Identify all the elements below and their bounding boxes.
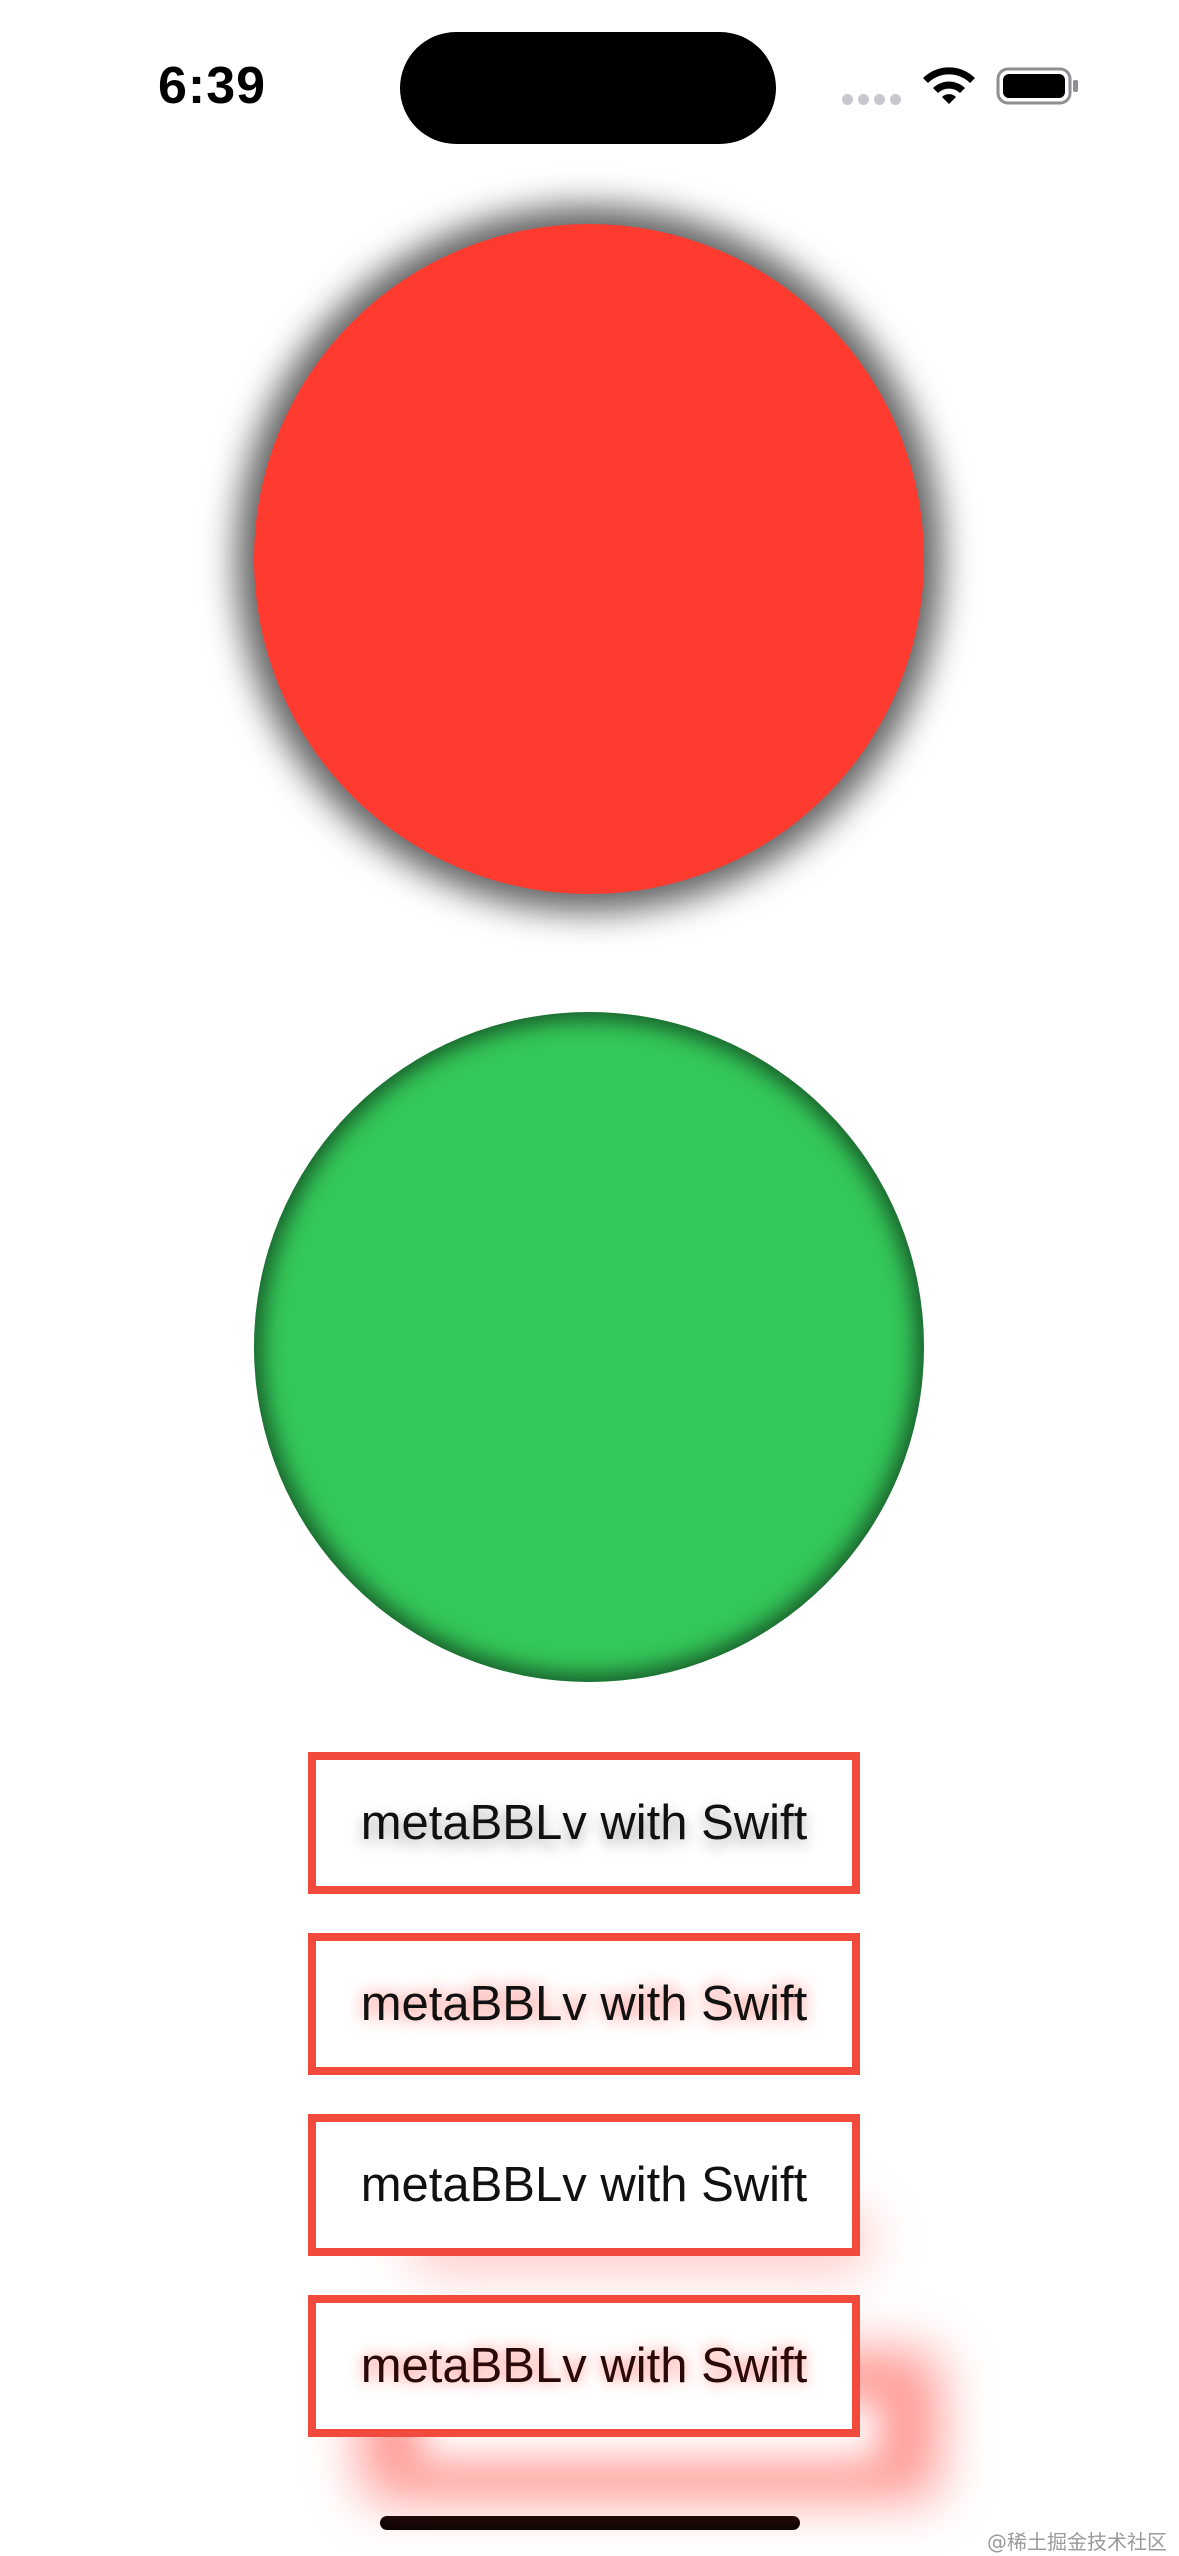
battery-icon: [996, 67, 1078, 105]
label-box: metaBBLv with Swift: [308, 2295, 860, 2437]
label-text: metaBBLv with Swift: [360, 2158, 808, 2212]
label-text: metaBBLv with Swift: [360, 1977, 808, 2031]
cellular-dots-icon: [842, 94, 902, 106]
red-circle: [254, 224, 924, 894]
status-time: 6:39: [158, 57, 267, 115]
label-box: metaBBLv with Swift: [308, 2114, 860, 2256]
label-box: metaBBLv with Swift: [308, 1933, 860, 2075]
green-circle: [254, 1012, 924, 1682]
watermark: @稀土掘金技术社区: [987, 2530, 1167, 2554]
wifi-icon: [923, 67, 975, 104]
home-indicator[interactable]: [380, 2516, 800, 2530]
label-text: metaBBLv with Swift: [360, 2339, 808, 2393]
label-text: metaBBLv with Swift: [360, 1796, 808, 1850]
dynamic-island: [400, 32, 776, 144]
label-box: metaBBLv with Swift: [308, 1752, 860, 1894]
